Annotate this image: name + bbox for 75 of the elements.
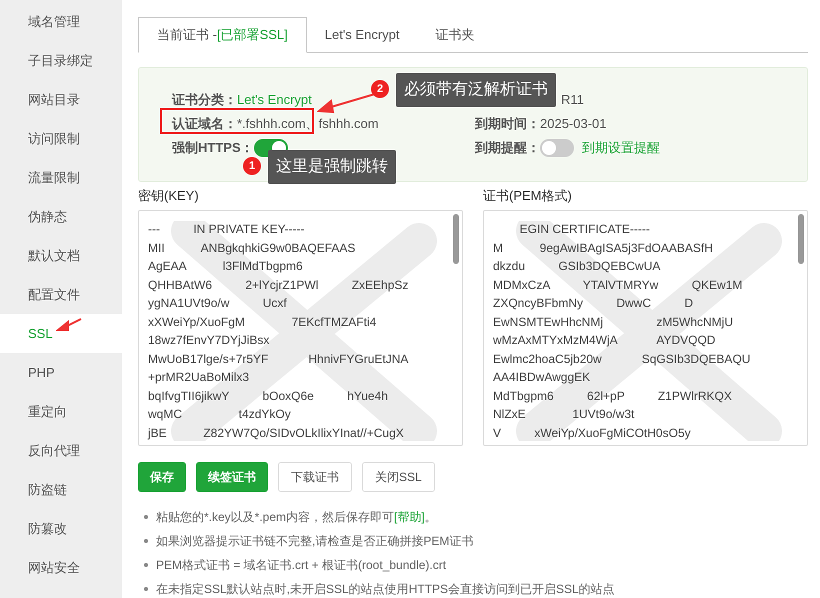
sidebar-item[interactable]: 默认文档 — [0, 236, 122, 275]
field-label: 证书分类： — [172, 91, 237, 110]
code-line: Ewlmc2hoaC5jb20w SqGSIb3DQEBAQU — [493, 350, 750, 368]
code-line: MII ANBgkqhkiG9w0BAQEFAAS — [148, 240, 356, 256]
sidebar-item[interactable]: 子目录绑定 — [0, 41, 122, 80]
code-line: NlZxE 1UVt9o/w3t — [493, 406, 634, 423]
code-line: ygNA1UVt9o/w Ucxf — [148, 295, 287, 312]
code-line: EwNSMTEwHhcNMj zM5WhcNMjU — [493, 314, 734, 330]
sidebar-item[interactable]: 流量限制 — [0, 158, 122, 197]
help-link[interactable]: [帮助] — [394, 510, 425, 524]
sidebar-item[interactable]: 重定向 — [0, 392, 122, 431]
field-value: R11 — [561, 91, 584, 110]
code-line: xXWeiYp/XuoFgM 7EKcfTMZAFti4 — [148, 314, 376, 330]
code-line: AgEAA l3FlMdTbgpm6 — [148, 258, 303, 275]
code-line: MwUoB17lge/s+7r5YF HhnivFYGruEtJNA — [148, 350, 408, 368]
sidebar-item[interactable]: 网站安全 — [0, 548, 122, 587]
bullet-icon — [144, 539, 148, 543]
action-button[interactable]: 保存 — [138, 462, 186, 492]
note-text: 如果浏览器提示证书链不完整,请检查是否正确拼接PEM证书 — [156, 533, 474, 550]
code-line: AA4IBDwAwggEK — [493, 369, 590, 386]
code-line: dkzdu GSIb3DQEBCwUA — [493, 258, 660, 275]
sidebar-item[interactable]: 配置文件 — [0, 275, 122, 314]
code-line: jBE Z82YW7Qo/SIDvOLkIlixYInat//+CugX — [148, 424, 404, 442]
callout: 必须带有泛解析证书 — [396, 73, 556, 107]
sidebar-item[interactable]: 访问限制 — [0, 119, 122, 158]
sidebar-item[interactable]: SSL — [0, 314, 122, 353]
arrow-drawing — [56, 318, 82, 332]
tab[interactable]: 证书夹 — [418, 17, 492, 52]
field-value: Let's Encrypt — [237, 91, 312, 110]
action-button[interactable]: 关闭SSL — [362, 462, 435, 492]
status-text: [已部署SSL] — [216, 26, 288, 44]
field-value: *.fshhh.com、fshhh.com — [237, 115, 379, 134]
note-text: PEM格式证书 = 域名证书.crt + 根证书(root_bundle).crt — [156, 557, 446, 574]
code-line: +prMR2UaBoMilx3 — [148, 369, 250, 386]
code-line: V xWeiYp/XuoFgMiCOtH0sO5y — [493, 424, 691, 442]
code-line: wqMC t4zdYkOy — [148, 406, 291, 423]
scrollbar-thumb — [798, 214, 804, 264]
code-line: --- IN PRIVATE KEY----- — [148, 221, 304, 238]
code-line: EGIN CERTIFICATE----- — [518, 221, 650, 238]
tab[interactable]: Let's Encrypt — [306, 17, 418, 52]
code-line: M 9egAwIBAgISA5j3FdOAABASfH — [493, 240, 713, 256]
action-button[interactable]: 下载证书 — [278, 462, 352, 492]
code-line: 18wz7fEnvY7DYjJiBsx — [148, 332, 270, 349]
tab[interactable]: 当前证书 -[已部署SSL] — [138, 17, 307, 54]
sidebar-item[interactable]: 防盗链 — [0, 470, 122, 509]
certificate-textarea[interactable] — [483, 210, 808, 446]
textarea-label: 密钥(KEY) — [138, 187, 200, 205]
sidebar-item[interactable]: 防篡改 — [0, 509, 122, 548]
callout: 这里是强制跳转 — [268, 150, 396, 184]
code-line: MdTbgpm6 62l+pP Z1PWlrRKQX — [493, 388, 732, 404]
bullet-icon — [144, 587, 148, 591]
sidebar-item[interactable]: 网站目录 — [0, 80, 122, 119]
note-text: 在未指定SSL默认站点时,未开启SSL的站点使用HTTPS会直接访问到已开启SSL的站点 — [156, 581, 615, 598]
code-line: QHHBAtW6 2+lYcjrZ1PWl ZxEEhpSz — [148, 276, 408, 294]
textarea-label: 证书(PEM格式) — [483, 187, 573, 205]
sidebar-item[interactable]: 伪静态 — [0, 197, 122, 236]
sidebar-item[interactable]: 反向代理 — [0, 431, 122, 470]
field-label: 到期时间： — [475, 115, 540, 134]
code-line: bqIfvgTII6jikwY bOoxQ6e hYue4h — [148, 388, 388, 404]
bullet-icon — [144, 515, 148, 519]
field-label: 到期提醒： — [475, 139, 540, 158]
field-label: 强制HTTPS： — [172, 139, 254, 158]
bullet-icon — [144, 563, 148, 567]
sidebar-item[interactable]: 域名管理 — [0, 2, 122, 41]
code-line: MDMxCzA YTAlVTMRYw QKEw1M — [493, 276, 742, 294]
toggle-switch[interactable] — [540, 139, 574, 158]
field-value: 2025-03-01 — [540, 115, 606, 134]
scrollbar-thumb — [453, 214, 459, 264]
code-line: ZXQncyBFbmNy DwwC D — [493, 295, 694, 312]
sidebar-item[interactable]: PHP — [0, 353, 122, 392]
code-line: wMzAxMTYxMzM4WjA AYDVQQD — [493, 332, 716, 349]
note-text: 粘贴您的*.key以及*.pem内容，然后保存即可[帮助]。 — [156, 509, 437, 526]
field-label: 认证域名： — [172, 115, 237, 134]
action-button[interactable]: 续签证书 — [196, 462, 268, 492]
key-textarea[interactable] — [138, 210, 463, 446]
